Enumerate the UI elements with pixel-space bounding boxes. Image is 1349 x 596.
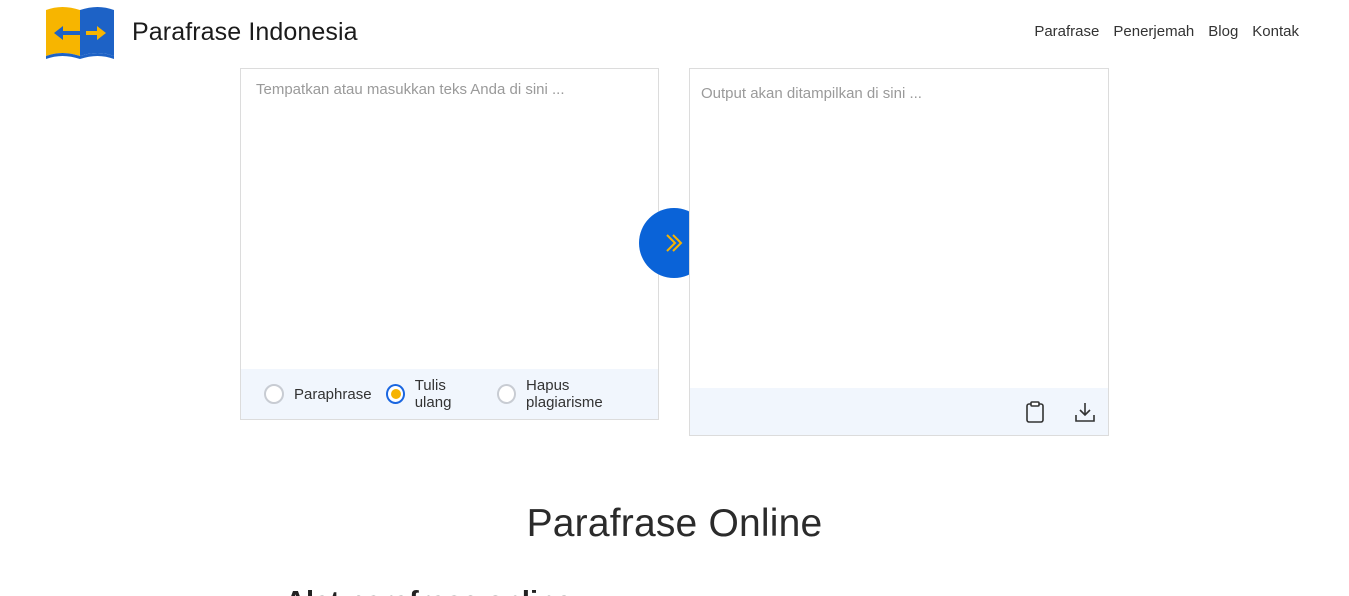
nav-item-kontak[interactable]: Kontak [1252, 23, 1299, 40]
mode-option-tulis-ulang[interactable]: Tulis ulang [385, 377, 483, 411]
radio-tulis-ulang[interactable] [385, 384, 405, 404]
mode-label-paraphrase: Paraphrase [294, 385, 372, 403]
main-nav: Parafrase Penerjemah Blog Kontak [1034, 23, 1299, 40]
header: Parafrase Indonesia Parafrase Penerjemah… [0, 0, 1349, 66]
mode-selector: Paraphrase Tulis ulang Hapus plagiarisme [241, 369, 658, 419]
brand-name[interactable]: Parafrase Indonesia [132, 18, 358, 47]
mode-option-hapus-plagiarisme[interactable]: Hapus plagiarisme [496, 377, 644, 411]
book-arrows-icon [46, 7, 114, 59]
nav-item-penerjemah[interactable]: Penerjemah [1113, 23, 1194, 40]
mode-label-tulis-ulang: Tulis ulang [414, 377, 452, 411]
radio-paraphrase[interactable] [264, 384, 284, 404]
page-title: Parafrase Online [526, 502, 823, 545]
nav-item-blog[interactable]: Blog [1208, 23, 1238, 40]
logo[interactable] [44, 4, 116, 60]
radio-hapus-plagiarisme[interactable] [496, 384, 517, 404]
download-button[interactable] [1073, 400, 1097, 424]
output-toolbar [690, 388, 1108, 435]
input-panel: Paraphrase Tulis ulang Hapus plagiarisme [240, 68, 659, 420]
nav-item-parafrase[interactable]: Parafrase [1034, 23, 1099, 40]
output-text[interactable]: Output akan ditampilkan di sini ... [690, 69, 1108, 387]
mode-option-paraphrase[interactable]: Paraphrase [264, 384, 372, 404]
mode-label-hapus-plagiarisme: Hapus plagiarisme [526, 377, 603, 411]
double-chevron-right-icon [666, 234, 683, 252]
clipboard-icon [1026, 401, 1044, 423]
section-subtitle: Alat parafrase online [285, 586, 572, 596]
copy-button[interactable] [1023, 400, 1047, 424]
output-panel: Output akan ditampilkan di sini ... [689, 68, 1109, 436]
download-icon [1075, 403, 1095, 422]
input-textarea[interactable] [241, 69, 658, 369]
